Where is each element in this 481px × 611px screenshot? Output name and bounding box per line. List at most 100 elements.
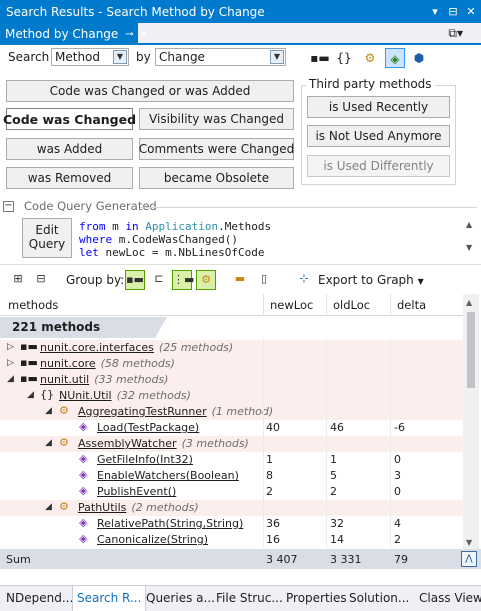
tab-search-results[interactable]: Search R... [72, 586, 147, 611]
tab-close-icon[interactable]: ✕ [140, 28, 149, 41]
code-changed-button[interactable]: Code was Changed [3, 108, 136, 130]
search-type-select[interactable]: Method ▼ [51, 48, 129, 66]
scroll-up-icon[interactable]: ▲ [466, 220, 476, 229]
database-icon[interactable]: ⬢ [409, 48, 429, 68]
row-name[interactable]: nunit.core [40, 357, 96, 370]
collapse-icon[interactable]: ◢ [45, 406, 52, 416]
group-by-tree-icon[interactable]: ⊏ [149, 270, 169, 290]
tree-row[interactable]: ◈ GetFileInfo(Int32) 1 1 0 [0, 452, 463, 468]
collapse-icon[interactable]: ◢ [45, 502, 52, 512]
row-name[interactable]: NUnit.Util [59, 389, 112, 402]
tab-ndepend[interactable]: NDepend... [6, 591, 73, 605]
column-oldloc[interactable]: oldLoc [333, 298, 370, 312]
tree-row[interactable]: ◈ Canonicalize(String) 16 14 2 [0, 532, 463, 548]
dock-icon[interactable]: ⊟ [445, 5, 461, 18]
class-icon: ⚙ [59, 404, 69, 417]
close-icon[interactable]: ✕ [463, 5, 479, 18]
method-icon: ◈ [79, 468, 88, 481]
new-tab-menu-icon[interactable]: ⧉▾ [448, 26, 463, 41]
collapse-all-icon[interactable]: ⊟ [31, 270, 51, 290]
scroll-down-icon[interactable]: ▼ [466, 538, 472, 547]
tab-solution[interactable]: Solution... [349, 591, 409, 605]
row-name[interactable]: PathUtils [78, 501, 126, 514]
scroll-up-icon[interactable]: ▲ [466, 298, 472, 307]
braces-icon[interactable]: {} [334, 48, 354, 68]
used-recently-button[interactable]: is Used Recently [307, 96, 450, 118]
column-methods[interactable]: methods [8, 298, 58, 312]
keyword: where [79, 233, 113, 246]
row-name[interactable]: Load(TestPackage) [97, 421, 199, 434]
row-name[interactable]: PublishEvent() [97, 485, 176, 498]
scroll-down-icon[interactable]: ▼ [466, 243, 476, 252]
group-by-label: Group by: [66, 273, 125, 287]
row-name[interactable]: nunit.util [40, 373, 89, 386]
document-icon[interactable]: ▯ [254, 270, 274, 290]
collapse-icon[interactable]: − [3, 201, 14, 212]
tree-row[interactable]: ◈ EnableWatchers(Boolean) 8 5 3 [0, 468, 463, 484]
expand-icon[interactable]: ▷ [7, 358, 14, 368]
row-name[interactable]: AggregatingTestRunner [78, 405, 207, 418]
folder-icon[interactable]: ▬ [230, 270, 250, 290]
class-icon[interactable]: ⚙ [360, 48, 380, 68]
row-name[interactable]: GetFileInfo(Int32) [97, 453, 193, 466]
visibility-changed-button[interactable]: Visibility was Changed [139, 108, 294, 130]
expand-all-icon[interactable]: ⊞ [8, 270, 28, 290]
code-changed-or-added-button[interactable]: Code was Changed or was Added [6, 80, 294, 102]
was-removed-button[interactable]: was Removed [6, 167, 133, 189]
was-added-button[interactable]: was Added [6, 138, 133, 160]
collapse-icon[interactable]: ◢ [27, 390, 34, 400]
tab-method-by-change[interactable]: Method by Change ⊸ ✕ [0, 23, 149, 45]
tab-class-view[interactable]: Class View [419, 591, 481, 605]
tree-row[interactable]: ◈ Load(TestPackage) 40 46 -6 [0, 420, 463, 436]
group-by-type-icon[interactable]: ⚙ [196, 270, 216, 290]
row-name[interactable]: Canonicalize(String) [97, 533, 208, 546]
column-delta[interactable]: delta [397, 298, 426, 312]
code-scrollbar[interactable]: ▲ ▼ [466, 220, 476, 256]
expand-up-icon[interactable]: ⋀ [461, 551, 477, 567]
row-name[interactable]: nunit.core.interfaces [40, 341, 154, 354]
row-label: nunit.core (58 methods) [40, 357, 175, 370]
edit-query-label-1: Edit [35, 223, 59, 237]
search-by-select[interactable]: Change ▼ [155, 48, 286, 66]
column-newloc[interactable]: newLoc [270, 298, 313, 312]
row-name[interactable]: AssemblyWatcher [78, 437, 177, 450]
group-by-methods-icon[interactable]: ▪▬ [125, 270, 145, 290]
scrollbar-thumb[interactable] [467, 312, 475, 388]
tree-row[interactable]: ◢ ⚙ AssemblyWatcher (3 methods) [0, 436, 463, 452]
pin-icon[interactable]: ⊸ [125, 29, 133, 40]
row-name[interactable]: RelativePath(String,String) [97, 517, 243, 530]
edit-query-label-2: Query [28, 237, 66, 251]
sum-newloc: 3 407 [266, 553, 298, 566]
tree-row[interactable]: ▷ ▪▬ nunit.core (58 methods) [0, 356, 463, 372]
tab-queries[interactable]: Queries a... [146, 591, 215, 605]
collapse-icon[interactable]: ◢ [45, 438, 52, 448]
assembly-icon[interactable]: ◈ [385, 48, 405, 68]
tab-properties[interactable]: Properties [286, 591, 347, 605]
by-label: by [136, 50, 151, 64]
results-scrollbar[interactable]: ▲ ▼ [463, 294, 479, 550]
method-list-icon[interactable]: ▪▬ [310, 48, 330, 68]
edit-query-button[interactable]: Edit Query [22, 218, 72, 258]
became-obsolete-button[interactable]: became Obsolete [139, 167, 294, 189]
expand-icon[interactable]: ▷ [7, 342, 14, 352]
tree-row[interactable]: ◢ {} NUnit.Util (32 methods) [0, 388, 463, 404]
tree-row[interactable]: ◈ RelativePath(String,String) 36 32 4 [0, 516, 463, 532]
search-type-value: Method [55, 50, 101, 64]
comments-changed-button[interactable]: Comments were Changed [139, 138, 294, 160]
code-query-text[interactable]: from m in Application.Methods where m.Co… [79, 218, 465, 258]
dropdown-icon[interactable]: ▾ [427, 5, 443, 18]
tree-row[interactable]: ◢ ▪▬ nunit.util (33 methods) [0, 372, 463, 388]
collapse-icon[interactable]: ◢ [7, 374, 14, 384]
document-tab-row: Method by Change ⊸ ✕ ⧉▾ [0, 23, 481, 45]
row-name[interactable]: EnableWatchers(Boolean) [97, 469, 239, 482]
tree-row[interactable]: ◢ ⚙ AggregatingTestRunner (1 method) [0, 404, 463, 420]
not-used-anymore-button[interactable]: is Not Used Anymore [307, 125, 450, 147]
tree-row[interactable]: ◢ ⚙ PathUtils (2 methods) [0, 500, 463, 516]
tree-row[interactable]: ◈ PublishEvent() 2 2 0 [0, 484, 463, 500]
newloc-value: 16 [266, 533, 280, 546]
tab-file-structure[interactable]: File Struc... [216, 591, 283, 605]
export-to-graph-button[interactable]: Export to Graph ▼ [318, 273, 424, 287]
group-by-namespace-icon[interactable]: ⋮▬ [172, 270, 194, 290]
tree-row[interactable]: ▷ ▪▬ nunit.core.interfaces (25 methods) [0, 340, 463, 356]
row-label: EnableWatchers(Boolean) [97, 469, 239, 482]
